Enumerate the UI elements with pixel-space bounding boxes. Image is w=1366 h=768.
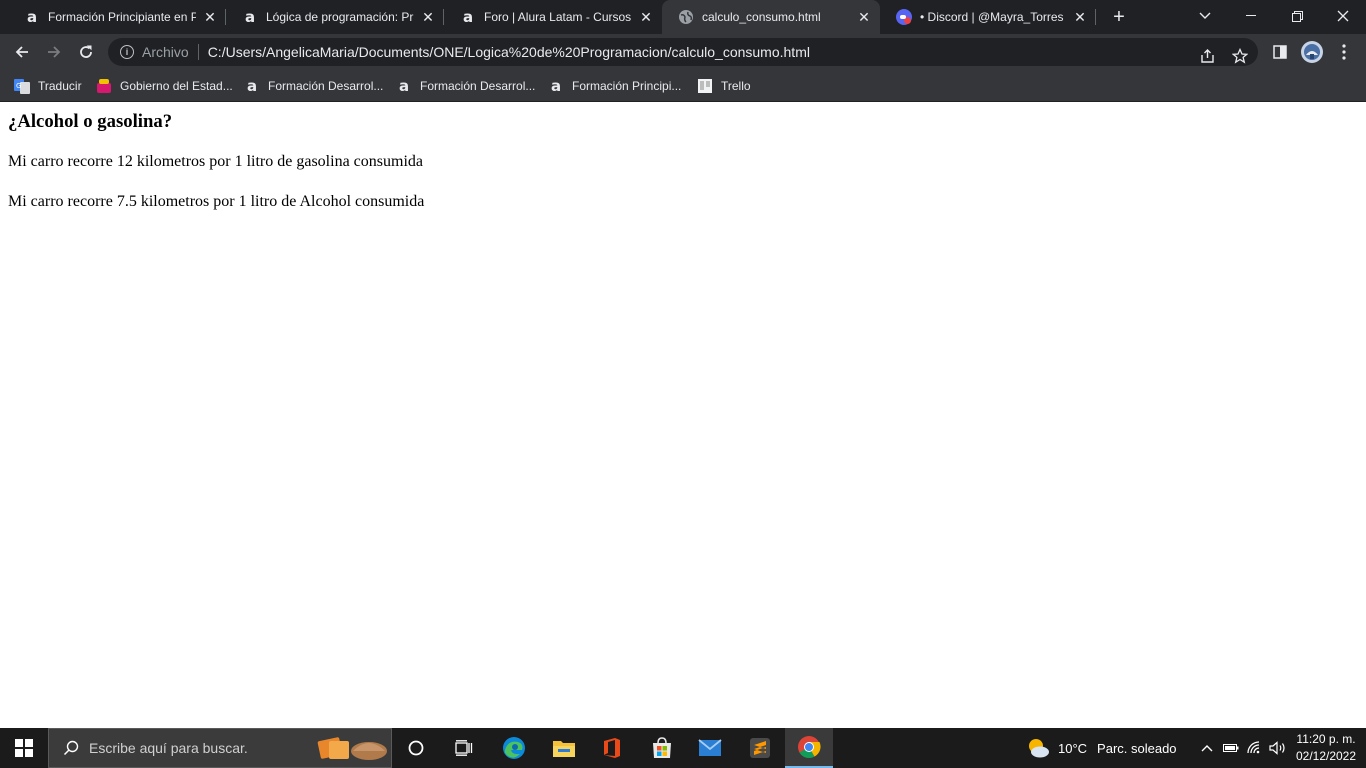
close-icon[interactable]: ✕ — [856, 9, 872, 25]
weather-widget[interactable]: 10°C Parc. soleado — [1026, 728, 1177, 768]
tab-search-chevron-icon[interactable] — [1182, 0, 1228, 32]
bookmarks-bar: G Traducir Gobierno del Estad... a Forma… — [0, 70, 1366, 102]
sublime-text-icon[interactable] — [736, 728, 784, 768]
profile-avatar[interactable] — [1298, 38, 1326, 66]
forward-button[interactable] — [40, 38, 68, 66]
bookmark-star-icon[interactable] — [1228, 44, 1252, 68]
globe-icon — [678, 9, 694, 25]
tab-formacion-principiante[interactable]: a Formación Principiante en Pr ✕ — [8, 0, 226, 34]
volume-icon[interactable] — [1268, 728, 1288, 768]
gasoline-consumption-text: Mi carro recorre 12 kilometros por 1 lit… — [8, 153, 423, 170]
tab-title: Lógica de programación: Prin — [266, 10, 414, 24]
tab-title: Foro | Alura Latam - Cursos o — [484, 10, 632, 24]
windows-taskbar: Escribe aquí para buscar. 10°C Parc. sol… — [0, 728, 1366, 768]
search-icon — [63, 740, 79, 756]
office-icon[interactable] — [588, 728, 636, 768]
tab-calculo-consumo[interactable]: calculo_consumo.html ✕ — [662, 0, 880, 34]
close-icon[interactable]: ✕ — [202, 9, 218, 25]
tab-title: • Discord | @Mayra_Torres cr — [920, 10, 1066, 24]
bookmark-gobierno[interactable]: Gobierno del Estad... — [96, 76, 233, 96]
side-panel-icon[interactable] — [1266, 38, 1294, 66]
bookmark-label: Traducir — [38, 79, 82, 93]
bookmark-traducir[interactable]: G Traducir — [14, 76, 82, 96]
bookmark-label: Formación Desarrol... — [420, 79, 536, 93]
bookmark-label: Formación Principi... — [572, 79, 682, 93]
close-window-button[interactable] — [1320, 0, 1366, 32]
search-highlight-icon — [317, 733, 389, 768]
search-placeholder: Escribe aquí para buscar. — [89, 740, 248, 756]
show-hidden-icons-chevron-icon[interactable] — [1198, 728, 1216, 768]
bookmark-trello[interactable]: Trello — [697, 76, 751, 96]
trello-icon — [697, 78, 713, 94]
edge-icon[interactable] — [490, 728, 538, 768]
browser-toolbar: i Archivo C:/Users/AngelicaMaria/Documen… — [0, 34, 1366, 70]
weather-partly-sunny-icon — [1026, 737, 1050, 759]
alcohol-consumption-text: Mi carro recorre 7.5 kilometros por 1 li… — [8, 193, 425, 210]
close-icon[interactable]: ✕ — [420, 9, 436, 25]
omnibox-divider — [197, 44, 199, 60]
tab-title: calculo_consumo.html — [702, 10, 821, 24]
battery-icon[interactable] — [1222, 728, 1240, 768]
wifi-icon[interactable] — [1246, 728, 1264, 768]
clock-date: 02/12/2022 — [1295, 749, 1357, 763]
alura-icon: a — [244, 8, 256, 26]
cortana-icon[interactable] — [392, 728, 440, 768]
bookmark-label: Gobierno del Estad... — [120, 79, 233, 93]
weather-temperature: 10°C — [1058, 740, 1088, 756]
alura-icon: a — [550, 77, 562, 95]
restore-button[interactable] — [1274, 0, 1320, 32]
scheme-label: Archivo — [142, 44, 189, 60]
microsoft-store-icon[interactable] — [638, 728, 686, 768]
new-tab-button[interactable]: + — [1106, 4, 1132, 30]
weather-description: Parc. soleado — [1097, 740, 1177, 756]
alura-icon: a — [246, 77, 258, 95]
bookmark-formacion-desarrollo-1[interactable]: a Formación Desarrol... — [244, 76, 383, 96]
tab-logica-programacion[interactable]: a Lógica de programación: Prin ✕ — [226, 0, 444, 34]
tab-strip: a Formación Principiante en Pr ✕ a Lógic… — [0, 0, 1366, 34]
menu-kebab-icon[interactable] — [1330, 38, 1358, 66]
info-icon[interactable]: i — [120, 45, 134, 59]
task-view-icon[interactable] — [440, 728, 488, 768]
back-button[interactable] — [8, 38, 36, 66]
tab-separator — [1095, 9, 1096, 25]
bookmark-formacion-principiante[interactable]: a Formación Principi... — [548, 76, 681, 96]
clock-time: 11:20 p. m. — [1296, 732, 1356, 746]
google-translate-icon: G — [14, 78, 30, 94]
discord-icon — [896, 9, 912, 25]
close-icon[interactable]: ✕ — [1072, 9, 1088, 25]
reload-button[interactable] — [72, 38, 100, 66]
page-content: ¿Alcohol o gasolina? Mi carro recorre 12… — [0, 103, 1366, 728]
windows-start-button[interactable] — [0, 728, 48, 768]
mail-icon[interactable] — [686, 728, 734, 768]
address-bar[interactable]: i Archivo C:/Users/AngelicaMaria/Documen… — [108, 38, 1258, 66]
page-heading: ¿Alcohol o gasolina? — [8, 111, 173, 132]
minimize-button[interactable] — [1228, 0, 1274, 32]
chrome-taskbar-icon[interactable] — [785, 728, 833, 768]
close-icon[interactable]: ✕ — [638, 9, 654, 25]
tab-title: Formación Principiante en Pr — [48, 10, 196, 24]
share-icon[interactable] — [1196, 44, 1220, 68]
taskbar-clock[interactable]: 11:20 p. m. 02/12/2022 — [1290, 731, 1362, 765]
bookmark-label: Formación Desarrol... — [268, 79, 384, 93]
alura-icon: a — [462, 8, 474, 26]
gov-icon — [96, 78, 112, 94]
alura-icon: a — [26, 8, 38, 26]
alura-icon: a — [398, 77, 410, 95]
bookmark-formacion-desarrollo-2[interactable]: a Formación Desarrol... — [396, 76, 535, 96]
svg-text:G: G — [16, 82, 21, 90]
bookmark-label: Trello — [721, 79, 751, 93]
file-explorer-icon[interactable] — [540, 728, 588, 768]
taskbar-search-box[interactable]: Escribe aquí para buscar. — [48, 728, 392, 768]
url-text[interactable]: C:/Users/AngelicaMaria/Documents/ONE/Log… — [208, 44, 810, 60]
tab-foro-alura[interactable]: a Foro | Alura Latam - Cursos o ✕ — [444, 0, 662, 34]
tab-discord[interactable]: • Discord | @Mayra_Torres cr ✕ — [880, 0, 1096, 34]
